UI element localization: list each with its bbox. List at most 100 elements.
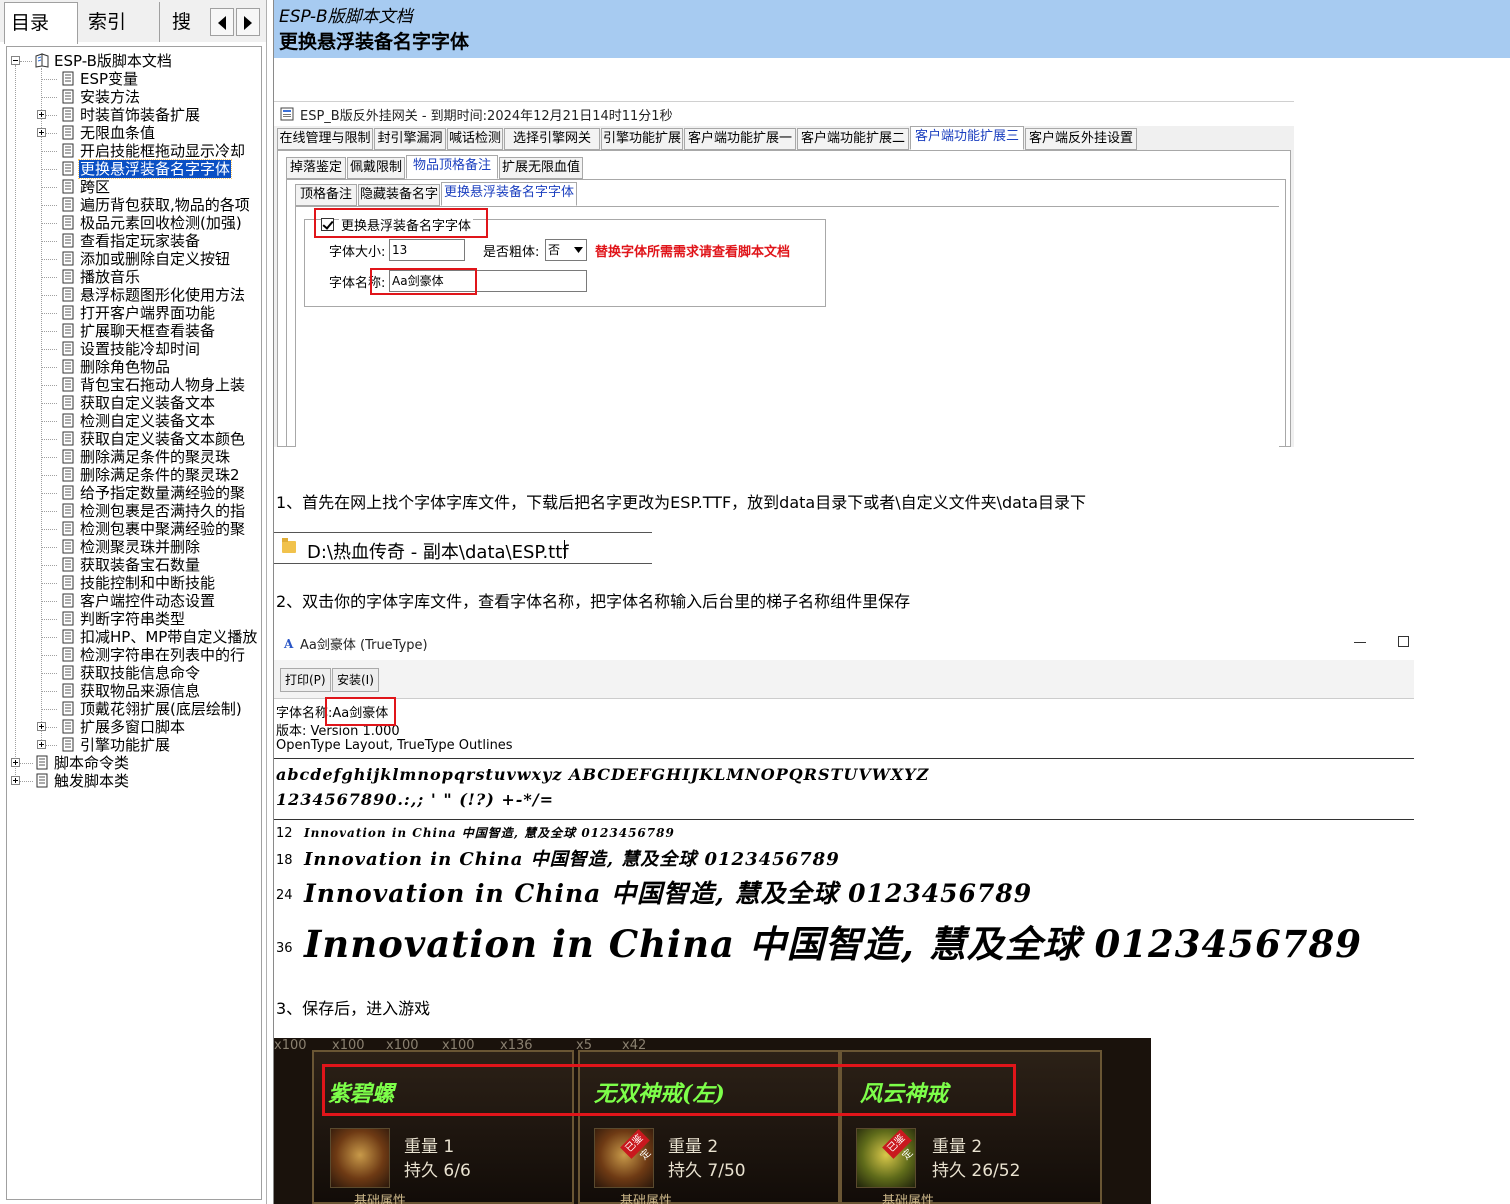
font-layout: OpenType Layout, TrueType Outlines (276, 738, 513, 753)
page-icon (62, 683, 74, 698)
chevron-down-icon (574, 247, 583, 253)
bold-label: 是否粗体: (483, 245, 540, 260)
tree-guide-line (41, 169, 57, 170)
sample-text-12: Innovation in China 中国智造, 慧及全球 012345678… (304, 826, 675, 840)
tab-scroll-left-button[interactable] (210, 8, 234, 36)
game-tooltip-screenshot: x100 x100 x100 x100 x136 x5 x42 紫碧螺 重量 1 持久 6/… (274, 1038, 1151, 1204)
contents-tree: ESP-B版脚本文档 ESP变量 安装方法 时装首饰装备扩展 无限血条值 开启技能框拖动显… (6, 46, 262, 1200)
tab-contents[interactable]: 目录(C) (4, 2, 78, 74)
expand-icon[interactable] (11, 776, 20, 785)
highlight-checkbox (314, 208, 488, 238)
page-icon (62, 413, 74, 428)
page-icon (62, 269, 74, 284)
collapse-icon[interactable] (11, 56, 20, 65)
tree-item-label: 添加或删除自定义按钮 (80, 250, 231, 268)
print-button[interactable]: 打印(P) (280, 668, 331, 692)
font-size-input[interactable]: 13 (389, 239, 465, 261)
expand-icon[interactable] (37, 128, 46, 137)
font-viewer-screenshot: A Aa剑豪体 (TrueType) 打印(P) 安装(I) 字体名称:Aa剑豪… (274, 630, 1414, 975)
step-1-text: 1、首先在网上找个字体字库文件，下载后把名字更改为ESP.TTF，放到data目… (276, 493, 1087, 512)
tree-guide-line (41, 493, 57, 494)
tree-item-label: 查看指定玩家装备 (80, 232, 201, 250)
tree-guide-line (41, 277, 57, 278)
tree-item-label: 获取自定义装备文本颜色 (80, 430, 246, 448)
main-tab-panel: 掉落鉴定 佩戴限制 物品顶格备注 扩展无限血值 顶格备注 隐藏装备名字 更换悬浮装备名字字… (277, 150, 1291, 447)
expand-icon[interactable] (37, 722, 46, 731)
tree-item-label: 删除满足条件的聚灵珠2 (80, 466, 240, 484)
config-window-titlebar: ESP_B版反外挂网关 - 到期时间:2024年12月21日14时11分1秒 (274, 101, 1294, 126)
bold-select[interactable]: 否 (545, 239, 587, 261)
tree-item-label: ESP变量 (80, 70, 139, 88)
tab-search[interactable]: 搜索 (166, 2, 212, 73)
item-attr-label-2: 基础属性 (620, 1194, 673, 1204)
font-viewer-toolbar (274, 660, 1414, 698)
sub-tab-row: 掉落鉴定 佩戴限制 物品顶格备注 扩展无限血值 (286, 155, 686, 179)
config-subtab[interactable]: 扩展无限血值 (499, 157, 583, 179)
tree-item-label: 获取物品来源信息 (80, 682, 201, 700)
tree-item-label: 极品元素回收检测(加强) (80, 214, 242, 232)
tree-guide-line (41, 403, 57, 404)
bold-select-value: 否 (548, 243, 561, 257)
sample-size-18: 18 (276, 853, 293, 868)
config-innertab[interactable]: 隐藏装备名字 (358, 184, 440, 206)
tree-item-label: 引擎功能扩展 (80, 736, 171, 754)
page-icon (62, 377, 74, 392)
page-icon (62, 575, 74, 590)
sample-size-24: 24 (276, 888, 293, 903)
font-file-path: D:\热血传奇 - 副本\data\ESP.ttf (307, 542, 569, 563)
page-icon (62, 449, 74, 464)
expand-icon[interactable] (11, 758, 20, 767)
page-icon (62, 503, 74, 518)
config-subtab[interactable]: 佩戴限制 (347, 157, 405, 179)
highlight-font-name-meta (325, 697, 396, 726)
tab-index[interactable]: 索引(N) (82, 2, 160, 73)
config-tab[interactable]: 封引擎漏洞 (374, 128, 446, 150)
tree-guide-line (15, 65, 16, 785)
config-tab[interactable]: 在线管理与限制 (277, 128, 373, 150)
tree-guide-line (41, 151, 57, 152)
toolbar-divider (274, 698, 1414, 699)
tree-guide-line (41, 223, 57, 224)
tree-guide-line (41, 259, 57, 260)
config-tab[interactable]: 喊话检测 (447, 128, 503, 150)
tab-scroll-right-button[interactable] (236, 8, 260, 36)
config-innertab[interactable]: 更换悬浮装备名字字体 (441, 182, 577, 206)
config-subtab[interactable]: 物品顶格备注 (406, 155, 498, 179)
digits-sample: 1234567890.:,; ' " (!?) +-*/= (276, 790, 554, 809)
page-icon (62, 215, 74, 230)
page-icon (62, 107, 74, 122)
expand-icon[interactable] (37, 110, 46, 119)
sample-size-36: 36 (276, 941, 293, 956)
tree-item-label: 扣减HP、MP带自定义播放 (80, 628, 258, 646)
minimize-icon[interactable] (1354, 642, 1366, 644)
expand-icon[interactable] (37, 740, 46, 749)
item-weight-3: 重量 2 (932, 1137, 983, 1157)
config-tab[interactable]: 客户端功能扩展三 (910, 126, 1024, 150)
nav-tabs: 目录(C) 索引(N) 搜索 (0, 0, 266, 74)
tree-item-label: 技能控制和中断技能 (80, 574, 216, 592)
tree-guide-line (41, 709, 57, 710)
page-icon (62, 287, 74, 302)
config-tab[interactable]: 客户端反外挂设置 (1025, 128, 1137, 150)
tree-guide-line (41, 655, 57, 656)
page-icon (36, 755, 48, 770)
config-tab[interactable]: 选择引擎网关 (504, 128, 600, 150)
item-durability-1: 持久 6/6 (404, 1161, 471, 1181)
config-tab[interactable]: 客户端功能扩展二 (797, 128, 909, 150)
config-innertab[interactable]: 顶格备注 (295, 184, 357, 206)
tree-guide-line (41, 439, 57, 440)
config-tab[interactable]: 引擎功能扩展 (601, 128, 683, 150)
tree-guide-line (41, 691, 57, 692)
tree-guide-line (41, 637, 57, 638)
maximize-icon[interactable] (1398, 636, 1410, 648)
tree-guide-line (41, 673, 57, 674)
config-tab[interactable]: 客户端功能扩展一 (684, 128, 796, 150)
document-title: ESP-B版脚本文档 (279, 7, 413, 27)
step-3-text: 3、保存后，进入游戏 (276, 999, 431, 1018)
install-button[interactable]: 安装(I) (332, 668, 379, 692)
config-subtab[interactable]: 掉落鉴定 (286, 157, 346, 179)
arrow-left-icon (218, 16, 226, 30)
tree-item-label: 触发脚本类 (54, 772, 130, 790)
page-icon (62, 197, 74, 212)
page-icon (62, 233, 74, 248)
